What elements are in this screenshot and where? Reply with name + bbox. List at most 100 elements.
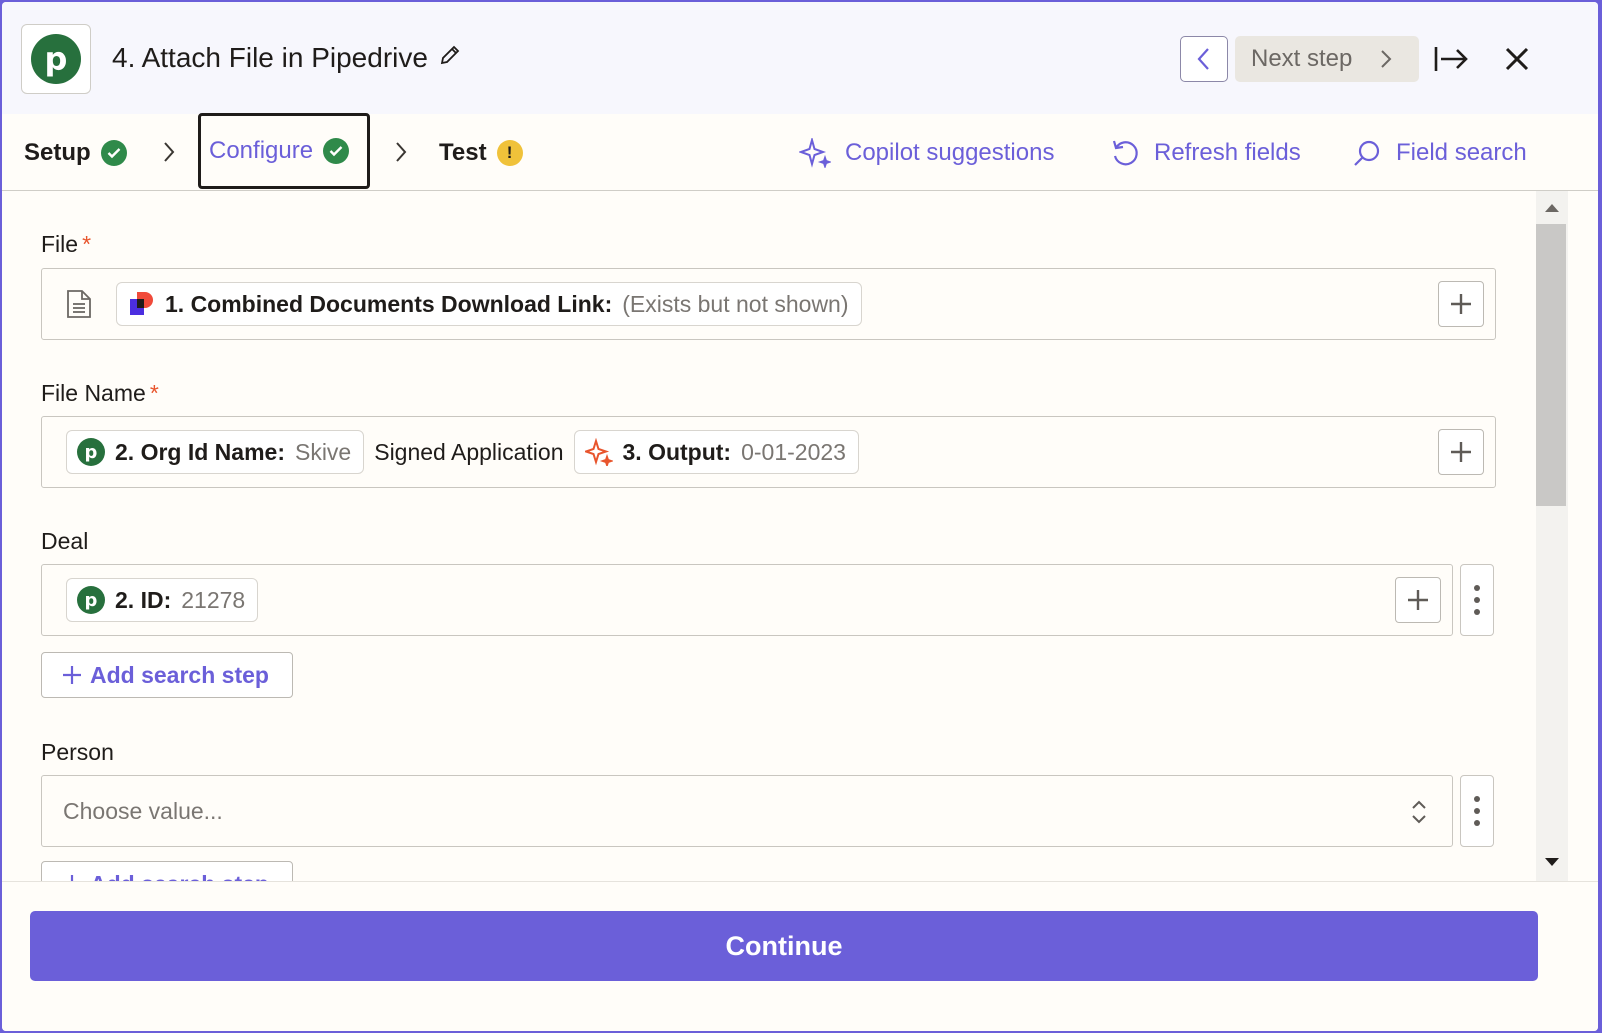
kebab-dot (1474, 597, 1480, 603)
file-label-text: File (41, 231, 79, 257)
deal-add-search-step-button[interactable]: Add search step (41, 652, 293, 698)
step-tabs: Setup Configure Test ! Copilot suggestio… (2, 113, 1598, 191)
tab-configure-label: Configure (209, 137, 314, 164)
refresh-icon (1112, 140, 1138, 165)
chevron-right-icon (1381, 50, 1392, 68)
arrow-right-to-line-icon (1434, 47, 1468, 71)
next-step-button[interactable]: Next step (1235, 36, 1419, 82)
close-button[interactable] (1494, 36, 1540, 82)
required-marker: * (149, 380, 159, 406)
person-placeholder: Choose value... (63, 797, 223, 824)
kebab-dot (1474, 585, 1480, 591)
add-search-step-label: Add search step (90, 871, 269, 882)
copilot-suggestions-label: Copilot suggestions (845, 138, 1055, 166)
file-field[interactable]: 1. Combined Documents Download Link: (Ex… (41, 268, 1496, 340)
deal-field-label: Deal (41, 528, 88, 555)
tab-test-label: Test (439, 138, 487, 166)
tab-test[interactable]: Test ! (439, 114, 523, 191)
warning-icon: ! (496, 139, 523, 166)
pill-value: Skive (294, 438, 352, 465)
refresh-fields-button[interactable]: Refresh fields (1110, 114, 1301, 191)
chevron-left-icon (1197, 48, 1209, 70)
person-select[interactable]: Choose value... (41, 775, 1453, 847)
plus-icon (1408, 590, 1428, 610)
formatter-sparkle-icon (584, 438, 613, 466)
scrollbar-thumb[interactable] (1536, 224, 1566, 506)
svg-text:p: p (45, 40, 68, 78)
chevron-right-icon (396, 142, 407, 162)
pill-value: 21278 (181, 586, 246, 613)
pipedrive-icon: p (77, 586, 105, 614)
file-mapped-value-pill[interactable]: 1. Combined Documents Download Link: (Ex… (116, 282, 862, 326)
search-icon (1354, 140, 1380, 166)
scroll-up-arrow-icon (1545, 204, 1559, 212)
step-header: p 4. Attach File in Pipedrive Next step (2, 2, 1598, 114)
plus-icon (63, 666, 81, 684)
file-name-field[interactable]: p 2. Org Id Name: Skive Signed Applicati… (41, 416, 1496, 488)
refresh-fields-label: Refresh fields (1154, 138, 1301, 166)
output-pill[interactable]: 3. Output: 0-01-2023 (573, 430, 859, 474)
tab-setup-label: Setup (24, 138, 91, 166)
person-label-text: Person (41, 739, 114, 765)
pandadoc-logo-icon (127, 290, 155, 318)
pipedrive-app-logo: p (21, 24, 91, 94)
step-footer: Continue (2, 881, 1598, 1031)
kebab-dot (1474, 796, 1480, 802)
next-step-label: Next step (1251, 45, 1353, 72)
pill-key: 3. Output: (622, 438, 732, 465)
document-icon (66, 289, 106, 319)
step-title: 4. Attach File in Pipedrive (112, 42, 462, 74)
tab-configure[interactable]: Configure (198, 113, 370, 189)
continue-button[interactable]: Continue (30, 911, 1538, 981)
pill-value: 0-01-2023 (741, 438, 846, 465)
deal-more-options-button[interactable] (1460, 564, 1494, 636)
pipedrive-icon: p (77, 438, 105, 466)
svg-text:p: p (85, 590, 98, 611)
fields-scroll-area[interactable]: File * 1. Combined Documents Download Lin… (2, 191, 1536, 881)
insert-data-button[interactable] (1438, 281, 1484, 327)
collapse-panel-button[interactable] (1428, 36, 1474, 82)
previous-step-button[interactable] (1180, 36, 1228, 82)
person-field-label: Person (41, 739, 114, 766)
pill-key: 1. Combined Documents Download Link: (165, 290, 613, 317)
tab-setup[interactable]: Setup (24, 114, 127, 191)
kebab-dot (1474, 609, 1480, 615)
static-text: Signed Application (374, 438, 564, 465)
close-icon (1505, 47, 1529, 71)
plus-icon (1451, 294, 1471, 314)
file-name-label-text: File Name (41, 380, 146, 406)
person-add-search-step-button[interactable]: Add search step (41, 861, 293, 881)
plus-icon (70, 875, 74, 881)
check-icon (100, 139, 127, 166)
pill-key: 2. Org Id Name: (115, 438, 285, 465)
org-id-name-pill[interactable]: p 2. Org Id Name: Skive (66, 430, 365, 474)
kebab-dot (1474, 808, 1480, 814)
chevron-right-icon (164, 142, 175, 162)
insert-data-button[interactable] (1438, 429, 1484, 475)
plus-icon (1451, 442, 1471, 462)
scroll-down-arrow-icon (1545, 858, 1559, 866)
check-icon (323, 138, 350, 164)
add-search-step-label: Add search step (90, 661, 269, 688)
sparkle-icon (799, 137, 831, 168)
person-more-options-button[interactable] (1460, 775, 1494, 847)
edit-pencil-icon[interactable] (438, 42, 462, 74)
pill-key: 2. ID: (115, 586, 172, 613)
field-search-button[interactable]: Field search (1352, 114, 1527, 191)
step-editor-panel: p 4. Attach File in Pipedrive Next step (2, 2, 1598, 1031)
kebab-dot (1474, 820, 1480, 826)
deal-id-pill[interactable]: p 2. ID: 21278 (66, 578, 259, 622)
required-marker: * (82, 231, 92, 257)
svg-text:p: p (85, 442, 98, 463)
deal-label-text: Deal (41, 528, 89, 554)
field-search-label: Field search (1396, 138, 1527, 166)
file-field-label: File * (41, 231, 91, 258)
file-name-field-label: File Name * (41, 380, 159, 407)
insert-data-button[interactable] (1395, 577, 1441, 623)
copilot-suggestions-button[interactable]: Copilot suggestions (799, 114, 1054, 191)
select-chevrons-icon (1412, 800, 1426, 824)
pill-value: (Exists but not shown) (622, 290, 849, 317)
deal-field[interactable]: p 2. ID: 21278 (41, 564, 1453, 636)
pipedrive-logo-icon: p (31, 34, 81, 84)
step-title-text: 4. Attach File in Pipedrive (112, 42, 428, 73)
